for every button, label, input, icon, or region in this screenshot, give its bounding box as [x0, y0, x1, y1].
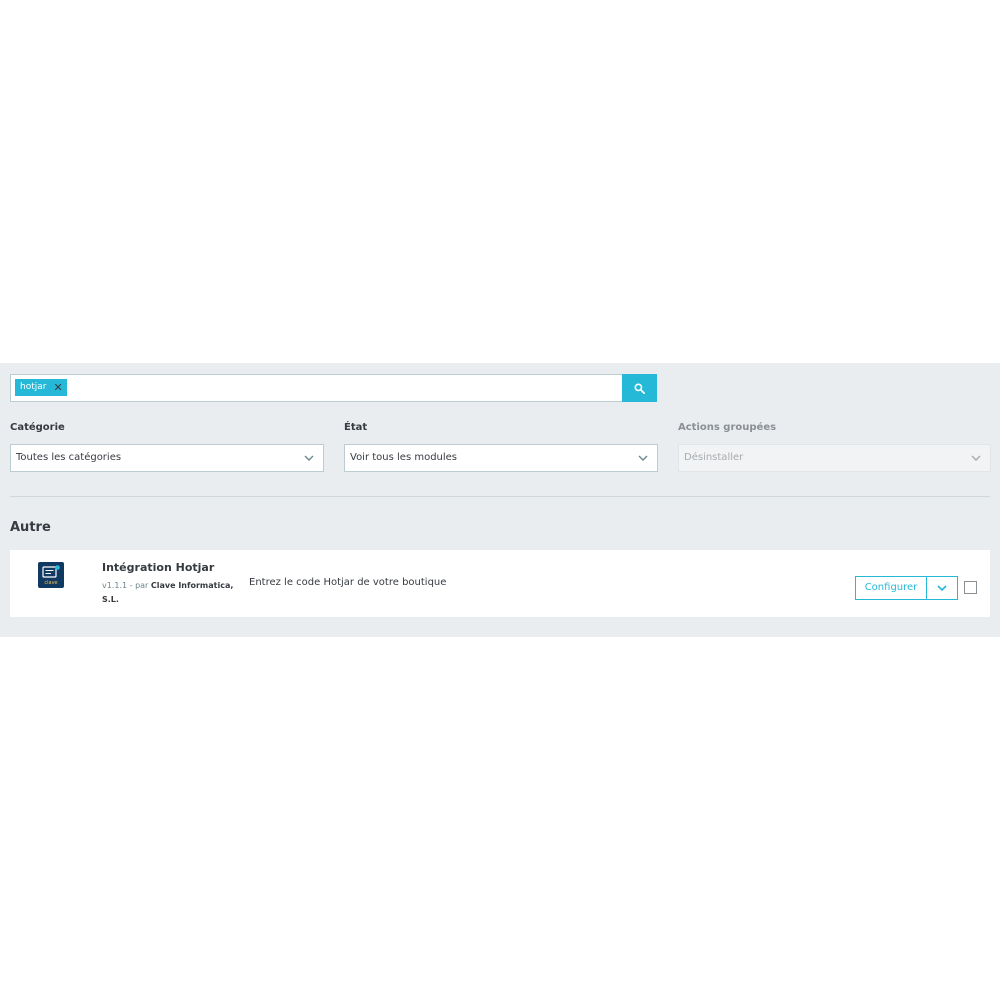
- search-tag: hotjar ✕: [15, 379, 67, 396]
- logo-text: clave: [44, 580, 57, 586]
- bulk-actions-label: Actions groupées: [678, 422, 777, 433]
- category-select[interactable]: Toutes les catégories: [10, 444, 324, 472]
- state-label: État: [344, 422, 368, 433]
- chevron-down-icon: [937, 585, 947, 592]
- category-select-value: Toutes les catégories: [16, 452, 122, 463]
- section-title: Autre: [10, 520, 51, 535]
- module-logo: clave: [38, 562, 64, 588]
- module-select-checkbox[interactable]: [964, 581, 977, 594]
- chevron-down-icon: [304, 455, 314, 461]
- module-actions-dropdown[interactable]: [926, 576, 958, 600]
- module-name: Intégration Hotjar: [102, 561, 215, 574]
- search-tag-label: hotjar: [20, 382, 47, 392]
- module-description: Entrez le code Hotjar de votre boutique: [249, 577, 447, 588]
- configure-button[interactable]: Configurer: [855, 576, 927, 600]
- search-input[interactable]: hotjar ✕: [10, 374, 623, 402]
- module-by: - par: [127, 581, 151, 590]
- state-select-value: Voir tous les modules: [350, 452, 458, 463]
- search-icon: [634, 383, 645, 394]
- module-meta: v1.1.1 - par Clave Informatica, S.L.: [102, 579, 242, 607]
- bulk-actions-select-value: Désinstaller: [684, 452, 744, 463]
- divider: [10, 496, 990, 497]
- state-select[interactable]: Voir tous les modules: [344, 444, 658, 472]
- category-label: Catégorie: [10, 422, 65, 433]
- chevron-down-icon: [638, 455, 648, 461]
- chevron-down-icon: [971, 455, 981, 461]
- search-button[interactable]: [622, 374, 657, 402]
- module-manager-panel: hotjar ✕ Catégorie Toutes les catégories…: [0, 363, 1000, 637]
- module-list-item: clave Intégration Hotjar v1.1.1 - par Cl…: [10, 550, 990, 617]
- module-version: v1.1.1: [102, 581, 128, 590]
- close-icon[interactable]: ✕: [53, 379, 62, 396]
- bulk-actions-select: Désinstaller: [678, 444, 991, 472]
- clave-logo-icon: clave: [42, 565, 60, 586]
